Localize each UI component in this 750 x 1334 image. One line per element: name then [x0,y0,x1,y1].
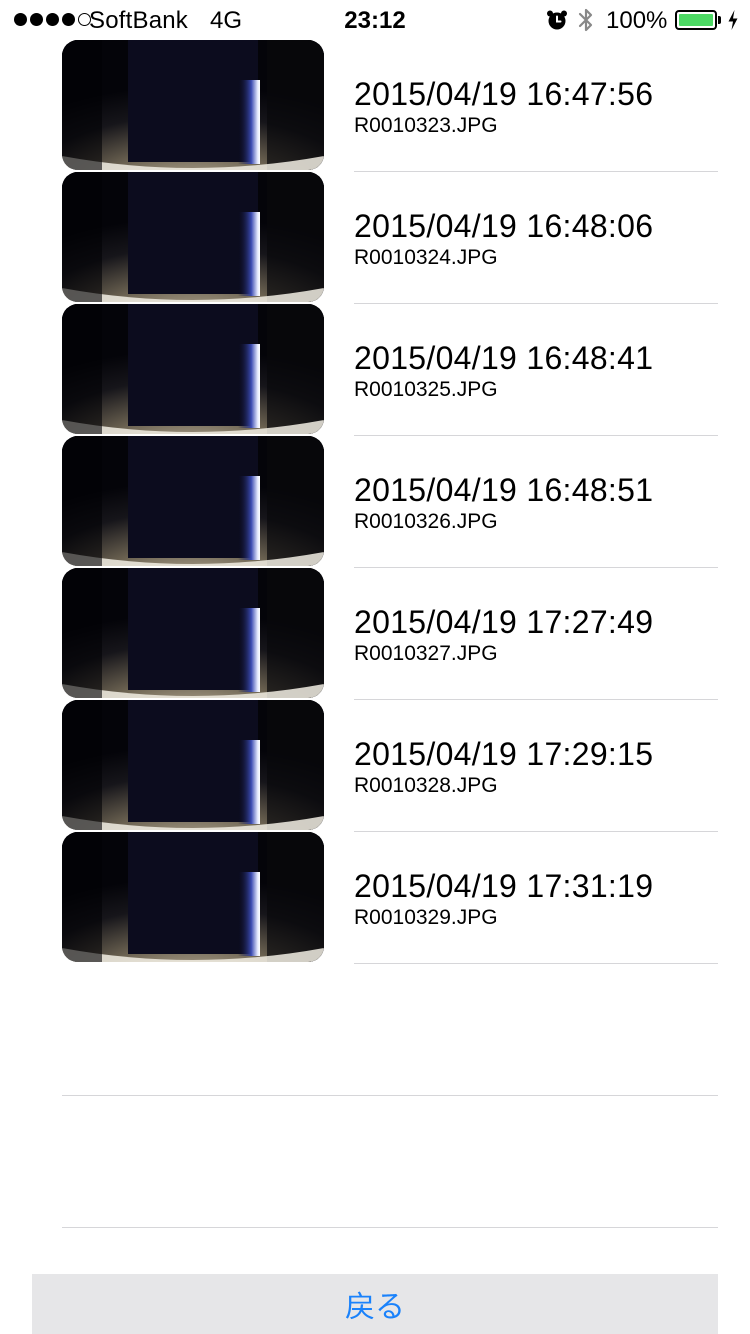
photo-datetime: 2015/04/19 16:47:56 [354,76,654,112]
photo-text: 2015/04/19 16:48:41 R0010325.JPG [354,340,653,403]
photo-list-row[interactable]: 2015/04/19 16:48:06 R0010324.JPG [0,172,750,304]
photo-list-row[interactable]: 2015/04/19 16:48:51 R0010326.JPG [0,436,750,568]
photo-datetime: 2015/04/19 17:29:15 [354,736,654,772]
photo-thumbnail [62,568,324,698]
photo-thumbnail [62,40,324,170]
photo-filename: R0010323.JPG [354,114,498,137]
photo-thumbnail [62,172,324,302]
photo-filename: R0010324.JPG [354,246,498,269]
photo-text: 2015/04/19 16:48:51 R0010326.JPG [354,472,653,535]
empty-list-row [0,964,750,1096]
photo-filename: R0010328.JPG [354,774,498,797]
photo-filename: R0010327.JPG [354,642,498,665]
photo-text: 2015/04/19 17:27:49 R0010327.JPG [354,604,653,667]
bluetooth-icon [578,8,593,32]
photo-list-row[interactable]: 2015/04/19 17:29:15 R0010328.JPG [0,700,750,832]
photo-thumbnail [62,700,324,830]
photo-datetime: 2015/04/19 17:27:49 [354,604,654,640]
photo-text: 2015/04/19 17:29:15 R0010328.JPG [354,736,653,799]
row-separator [62,1227,718,1228]
photo-list: 2015/04/19 16:47:56 R0010323.JPG 2015/04… [0,40,750,1228]
battery-tip [718,16,721,24]
photo-thumbnail [62,832,324,962]
battery-icon [675,10,717,30]
photo-datetime: 2015/04/19 16:48:06 [354,208,654,244]
photo-text: 2015/04/19 16:47:56 R0010323.JPG [354,76,653,139]
battery-percentage: 100% [606,7,668,34]
charging-bolt-icon [728,10,738,30]
alarm-clock-icon [547,10,567,30]
photo-list-row[interactable]: 2015/04/19 16:48:41 R0010325.JPG [0,304,750,436]
photo-list-row[interactable]: 2015/04/19 16:47:56 R0010323.JPG [0,40,750,172]
photo-text: 2015/04/19 16:48:06 R0010324.JPG [354,208,653,271]
photo-list-row[interactable]: 2015/04/19 17:31:19 R0010329.JPG [0,832,750,964]
photo-list-row[interactable]: 2015/04/19 17:27:49 R0010327.JPG [0,568,750,700]
back-button[interactable]: 戻る [32,1274,718,1334]
photo-list-screen: SoftBank 4G 23:12 100% 2015/04/19 16:47:… [0,0,750,1334]
status-bar: SoftBank 4G 23:12 100% [0,0,750,40]
photo-thumbnail [62,436,324,566]
photo-datetime: 2015/04/19 16:48:51 [354,472,654,508]
photo-filename: R0010325.JPG [354,378,498,401]
battery-level [679,14,713,26]
photo-filename: R0010326.JPG [354,510,498,533]
photo-text: 2015/04/19 17:31:19 R0010329.JPG [354,868,653,931]
photo-filename: R0010329.JPG [354,906,498,929]
photo-thumbnail [62,304,324,434]
empty-list-row [0,1096,750,1228]
photo-datetime: 2015/04/19 16:48:41 [354,340,654,376]
photo-datetime: 2015/04/19 17:31:19 [354,868,654,904]
